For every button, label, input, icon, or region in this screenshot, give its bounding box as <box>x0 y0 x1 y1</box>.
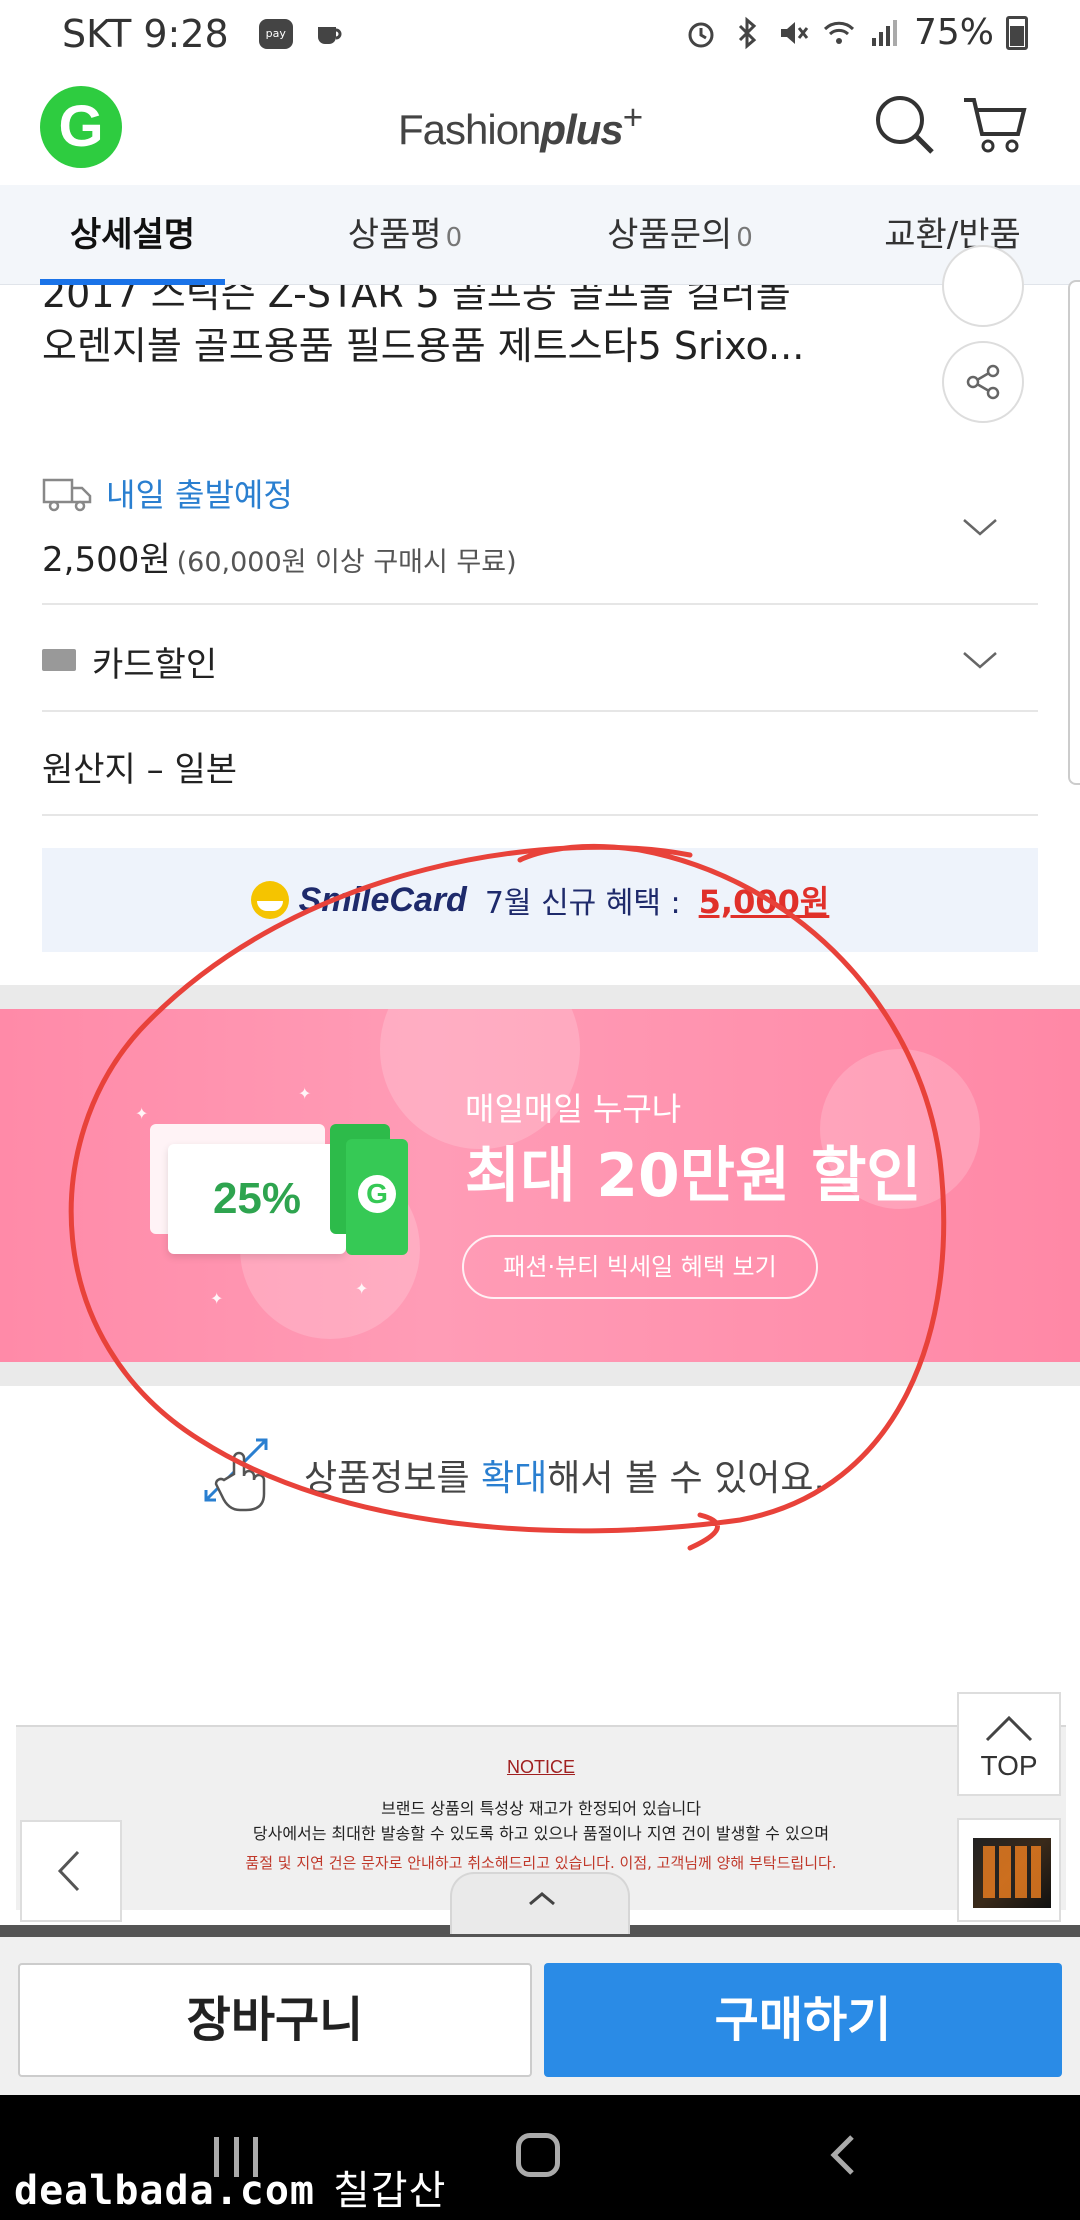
fashionplus-logo[interactable]: Fashionplus+ <box>398 98 643 154</box>
zoom-hint-before: 상품정보를 <box>304 1458 482 1499</box>
smilecard-banner[interactable]: SmileCard 7월 신규 혜택 : 5,000원 <box>42 848 1038 952</box>
sparkle-icon: ✦ <box>298 1084 312 1103</box>
truck-icon <box>42 478 92 512</box>
tab-label: 상품평 <box>347 215 442 255</box>
back-button[interactable] <box>20 1820 122 1922</box>
shipping-free-note: (60,000원 이상 구매시 무료) <box>176 547 517 578</box>
share-icon <box>966 364 1000 400</box>
sparkle-icon: ✦ <box>210 1289 224 1308</box>
shipping-price: 2,500원 (60,000원 이상 구매시 무료) <box>42 532 517 581</box>
battery-percent: 75% <box>913 12 994 53</box>
bluetooth-icon <box>738 16 757 49</box>
tab-reviews[interactable]: 상품평 0 <box>305 185 505 285</box>
bottom-action-bar: 장바구니 구매하기 <box>0 1937 1080 2095</box>
mute-icon <box>780 21 809 44</box>
sparkle-icon: ✦ <box>135 1104 149 1123</box>
smilecard-promo: 7월 신규 혜택 : <box>484 886 681 921</box>
promo-subtitle: 매일매일 누구나 <box>465 1090 682 1128</box>
notice-line: 당사에서는 최대한 발송할 수 있도록 하고 있으나 품절이나 지연 건이 발생… <box>252 1824 830 1843</box>
smile-logo-icon <box>250 881 289 919</box>
product-title-area: 2017 스릭슨 Z-STAR 5 골프공 골프볼 컬러볼 오렌지볼 골프용품 … <box>0 245 1080 425</box>
gmarket-logo[interactable]: G <box>40 86 122 168</box>
zoom-hint-after: 해서 볼 수 있어요. <box>547 1458 825 1499</box>
tab-inquiry[interactable]: 상품문의 0 <box>575 185 785 285</box>
tab-description[interactable]: 상세설명 <box>40 185 225 285</box>
pinch-zoom-icon <box>204 1438 268 1512</box>
alarm-icon <box>688 22 714 47</box>
chevron-left-icon <box>57 1850 80 1892</box>
brand-mark: + <box>622 98 643 137</box>
add-to-cart-button[interactable]: 장바구니 <box>18 1963 532 2077</box>
scroll-top-button[interactable]: TOP <box>957 1692 1061 1796</box>
promo-benefit-button[interactable]: 패션·뷰티 빅세일 혜택 보기 <box>462 1235 818 1299</box>
g-card-letter: G <box>358 1175 396 1213</box>
scroll-top-label: TOP <box>980 1750 1038 1781</box>
zoom-hint-highlight: 확대 <box>481 1458 548 1499</box>
recent-product-thumbnail[interactable] <box>957 1818 1061 1922</box>
brand-plus: plus <box>540 106 623 153</box>
chevron-up-icon <box>985 1715 1033 1742</box>
wifi-icon <box>823 21 855 44</box>
section-divider <box>0 985 1080 1009</box>
coupon-percent: 25% <box>168 1144 346 1254</box>
home-icon[interactable] <box>516 2133 560 2177</box>
notice-warning: 품절 및 지연 건은 문자로 안내하고 취소해드리고 있습니다. 이점, 고객님… <box>245 1854 837 1872</box>
wishlist-button[interactable] <box>942 245 1024 327</box>
cart-icon[interactable] <box>960 90 1030 160</box>
detail-tabs: 상세설명 상품평 0 상품문의 0 교환/반품 <box>0 185 1080 285</box>
watermark: dealbada.com 칠갑산 <box>14 2158 446 2216</box>
status-bar: SKT 9:28 pay 75% <box>0 0 1080 70</box>
notice-title: NOTICE <box>506 1757 575 1777</box>
nav-back-icon[interactable] <box>824 2133 864 2177</box>
chevron-down-icon <box>963 652 997 669</box>
card-discount-label: 카드할인 <box>92 645 218 685</box>
section-divider <box>0 1362 1080 1386</box>
product-thumbnail-image <box>973 1838 1051 1908</box>
bigsale-promo-banner[interactable]: ✦ ✦ ✦ ✦ 25% G 매일매일 누구나 최대 20만원 할인 패션·뷰티 … <box>0 1009 1080 1362</box>
promo-headline: 최대 20만원 할인 <box>465 1141 922 1211</box>
shipping-row[interactable]: 내일 출발예정 2,500원 (60,000원 이상 구매시 무료) <box>42 470 1038 605</box>
product-title-line2: 오렌지볼 골프용품 필드용품 제트스타5 Srixo... <box>42 324 805 368</box>
pay-icon: pay <box>258 19 293 49</box>
battery-icon <box>1006 15 1028 50</box>
sparkle-icon: ✦ <box>355 1279 369 1298</box>
tab-count: 0 <box>736 223 753 253</box>
tab-label: 상품문의 <box>607 215 733 255</box>
side-panel-handle[interactable] <box>1068 280 1080 785</box>
notice-line: 브랜드 상품의 특성상 재고가 한정되어 있습니다 <box>381 1799 701 1818</box>
status-left: SKT 9:28 pay <box>62 12 345 56</box>
cup-icon <box>317 27 342 44</box>
buy-now-button[interactable]: 구매하기 <box>544 1963 1062 2077</box>
shipping-eta: 내일 출발예정 <box>106 476 293 514</box>
tab-label: 상세설명 <box>69 215 196 255</box>
zoom-hint: 상품정보를 확대해서 볼 수 있어요. <box>200 1438 825 1512</box>
credit-card-icon <box>42 649 76 671</box>
chevron-up-icon <box>529 1892 555 1906</box>
chevron-down-icon <box>963 519 997 536</box>
g-card: G <box>346 1139 408 1255</box>
origin-label: 원산지 – 일본 <box>42 750 238 790</box>
origin-row: 원산지 – 일본 <box>42 712 1038 816</box>
share-button[interactable] <box>942 341 1024 423</box>
shipping-fee: 2,500원 <box>42 540 171 580</box>
watermark-site: dealbada.com <box>14 2168 315 2214</box>
status-right: 75% <box>684 12 1028 53</box>
watermark-user: 칠갑산 <box>332 2168 447 2214</box>
search-icon[interactable] <box>870 90 940 160</box>
card-discount-row[interactable]: 카드할인 <box>42 607 1038 712</box>
zoom-hint-text: 상품정보를 확대해서 볼 수 있어요. <box>304 1449 825 1501</box>
tab-count: 0 <box>445 223 463 253</box>
expand-drawer-button[interactable] <box>450 1872 630 1934</box>
app-header: G Fashionplus+ <box>0 70 1080 185</box>
carrier-time: SKT 9:28 <box>62 12 229 56</box>
smilecard-brand: SmileCard <box>298 880 467 919</box>
brand-text: Fashion <box>398 106 541 153</box>
smilecard-amount: 5,000원 <box>698 883 830 921</box>
signal-icon <box>871 19 897 46</box>
